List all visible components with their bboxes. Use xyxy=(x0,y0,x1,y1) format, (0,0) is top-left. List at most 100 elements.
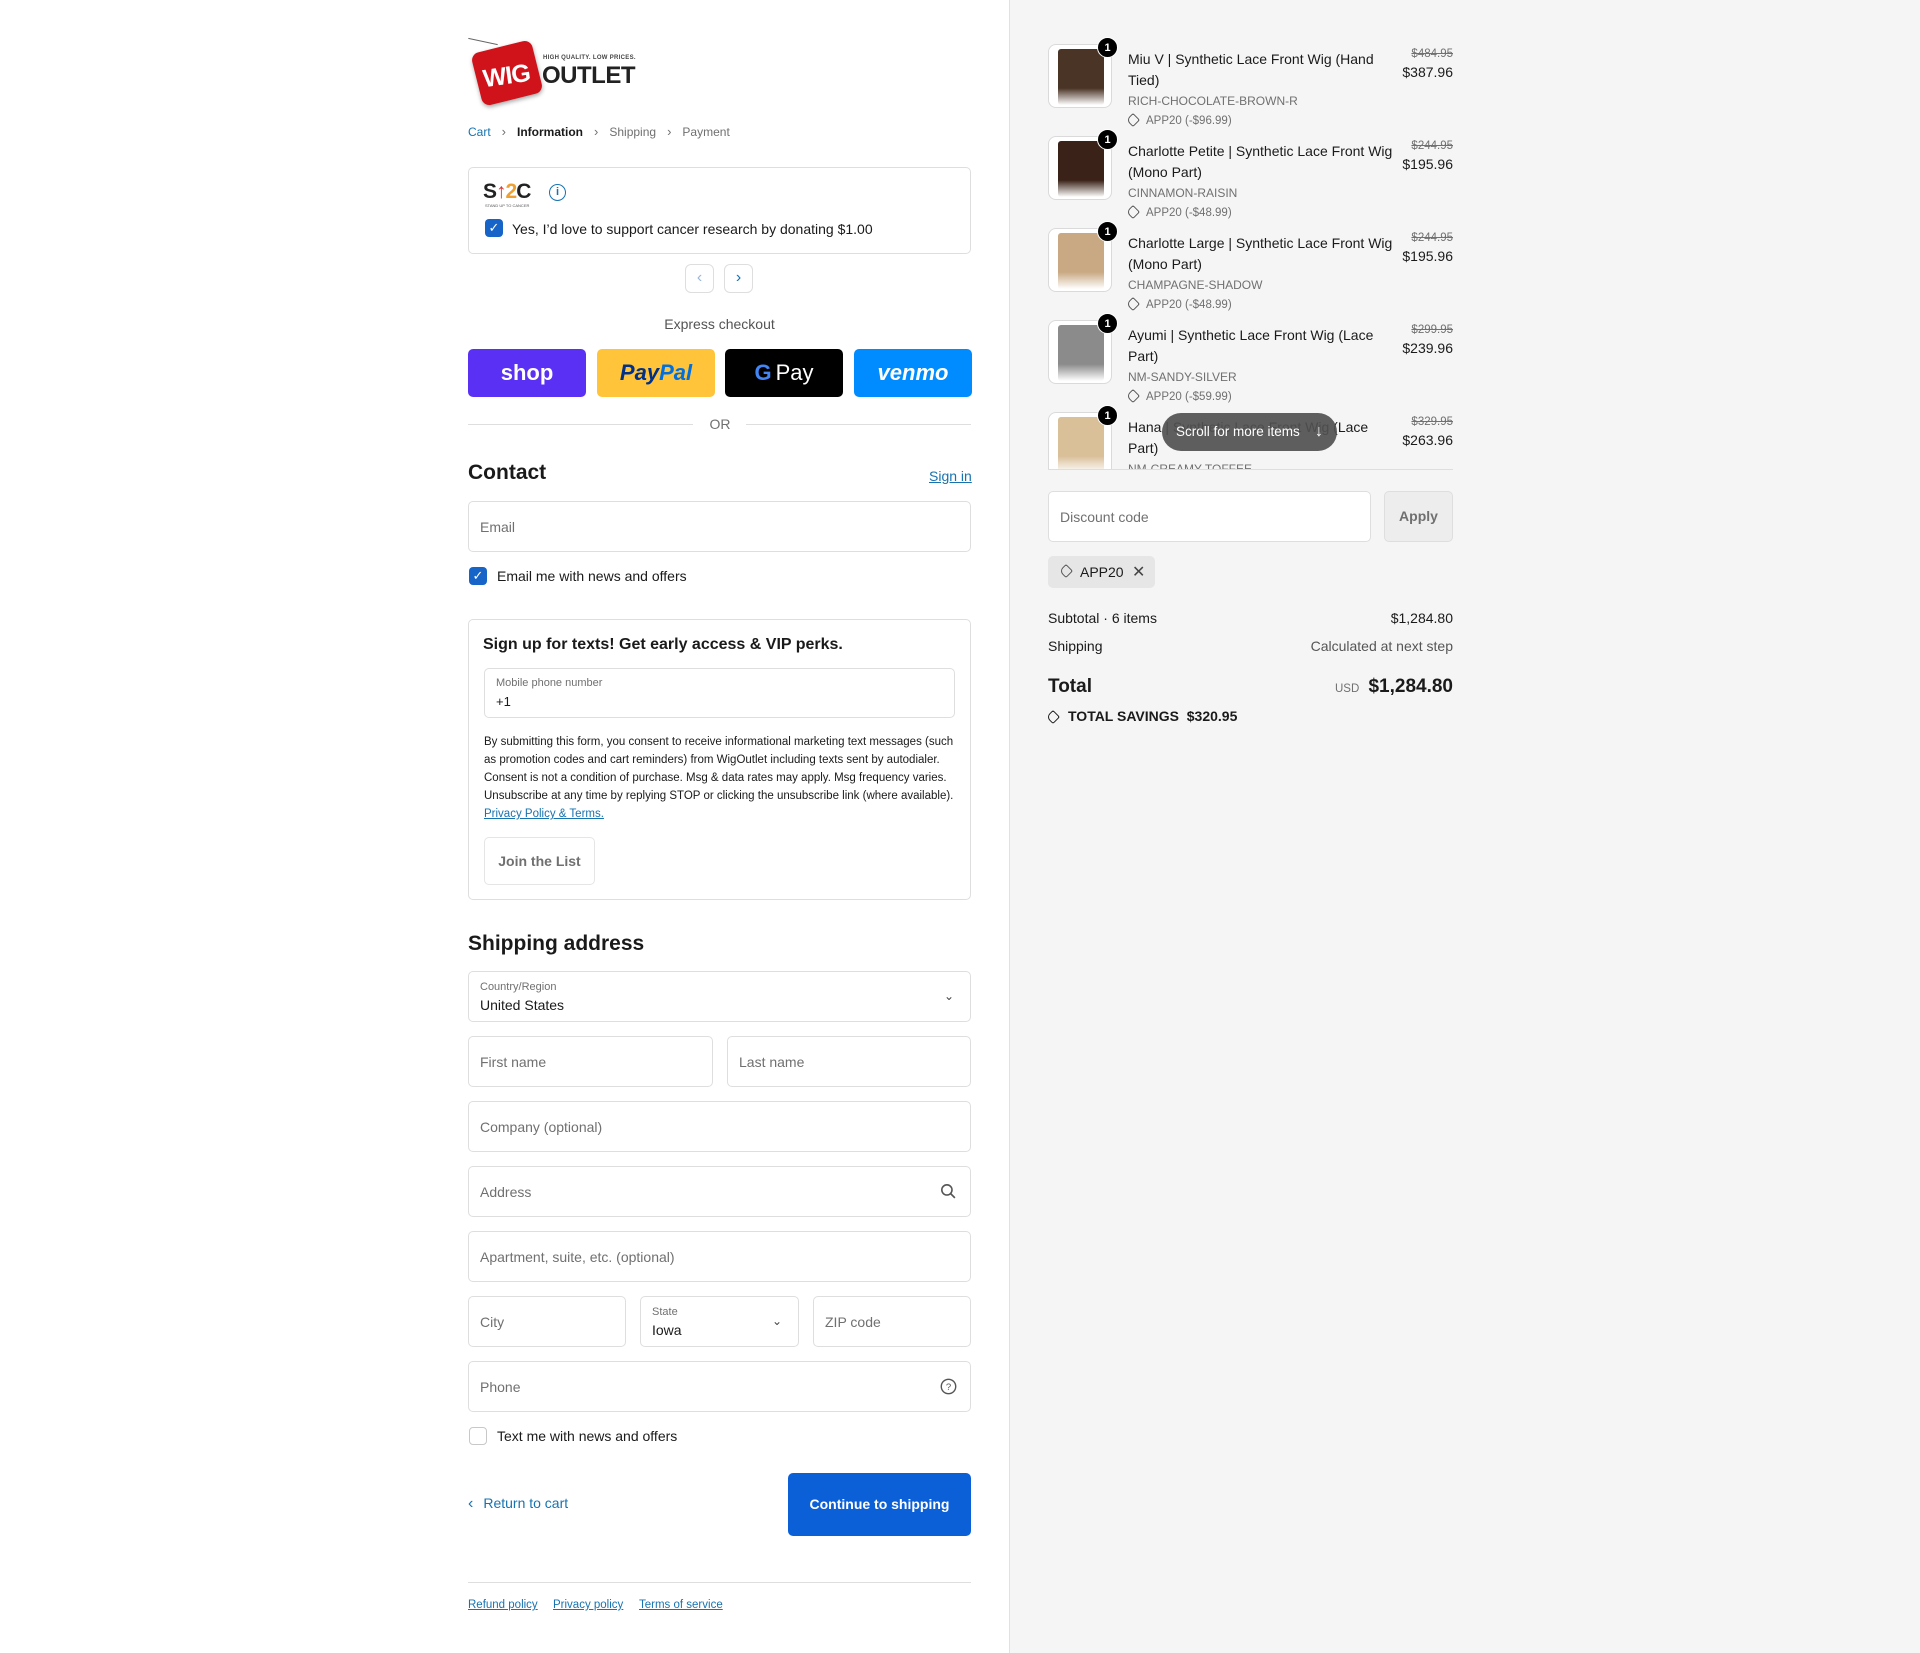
shop-pay-label: shop xyxy=(500,360,554,385)
sign-in-link[interactable]: Sign in xyxy=(929,468,972,484)
discount-code-placeholder: Discount code xyxy=(1060,509,1149,525)
product-discount-text: APP20 (-$48.99) xyxy=(1146,207,1232,219)
tag-icon xyxy=(1125,204,1141,220)
quantity-badge: 1 xyxy=(1097,129,1118,150)
previous-button[interactable]: ‹ xyxy=(685,264,714,293)
total-savings-value: $320.95 xyxy=(1186,708,1238,724)
privacy-terms-link[interactable]: Privacy Policy & Terms. xyxy=(484,808,604,820)
shipping-address-heading: Shipping address xyxy=(468,932,645,955)
first-name-field[interactable]: First name xyxy=(468,1036,713,1087)
product-name: Charlotte Large | Synthetic Lace Front W… xyxy=(1128,235,1393,272)
mobile-phone-input[interactable]: Mobile phone number +1 xyxy=(484,668,955,718)
total-label: Total xyxy=(1048,676,1092,697)
product-discount: APP20 (-$48.99) xyxy=(1125,296,1232,312)
privacy-policy-link[interactable]: Privacy policy xyxy=(553,1599,623,1611)
zip-code-placeholder: ZIP code xyxy=(825,1314,881,1330)
phone-placeholder: Phone xyxy=(480,1379,521,1395)
refund-policy-link[interactable]: Refund policy xyxy=(468,1599,538,1611)
email-news-checkbox[interactable]: ✓ xyxy=(469,567,487,585)
return-to-cart-link[interactable]: ‹ Return to cart xyxy=(468,1495,568,1513)
discount-code-input[interactable]: Discount code xyxy=(1048,491,1371,542)
city-field[interactable]: City xyxy=(468,1296,626,1347)
chevron-left-icon: ‹ xyxy=(468,1495,474,1512)
tag-icon xyxy=(1058,563,1074,579)
continue-to-shipping-button[interactable]: Continue to shipping xyxy=(788,1473,971,1536)
country-select[interactable]: Country/Region United States ⌄ xyxy=(468,971,971,1022)
donation-checkbox[interactable]: ✓ xyxy=(485,219,503,237)
total-currency: USD xyxy=(1335,683,1360,695)
shop-pay-button[interactable]: shop xyxy=(468,349,586,397)
wig-outlet-logo[interactable]: WIG HIGH QUALITY. LOW PRICES. OUTLET xyxy=(468,36,638,107)
search-icon xyxy=(941,1184,956,1199)
product-variant: CHAMPAGNE-SHADOW xyxy=(1128,278,1263,292)
company-field[interactable]: Company (optional) xyxy=(468,1101,971,1152)
contact-heading: Contact xyxy=(468,461,547,484)
state-label: State xyxy=(652,1306,678,1318)
su2c-logo: S↑2C xyxy=(483,180,531,203)
apartment-placeholder: Apartment, suite, etc. (optional) xyxy=(480,1249,675,1265)
paypal-label-pal: Pal xyxy=(659,360,693,385)
product-discount-text: APP20 (-$48.99) xyxy=(1146,299,1232,311)
footer-divider xyxy=(468,1582,971,1583)
order-item: 1 Miu V | Synthetic Lace Front Wig (Hand … xyxy=(1048,37,1453,128)
info-icon[interactable]: i xyxy=(549,184,566,201)
email-field[interactable]: Email xyxy=(468,501,971,552)
tag-icon xyxy=(1125,112,1141,128)
divider xyxy=(468,424,693,425)
items-divider xyxy=(1048,469,1453,470)
order-item: 1 Charlotte Large | Synthetic Lace Front … xyxy=(1048,221,1453,312)
phone-field[interactable]: Phone ? xyxy=(468,1361,971,1412)
google-pay-label: Pay xyxy=(775,360,814,385)
apply-discount-button[interactable]: Apply xyxy=(1384,491,1453,542)
product-name: Charlotte Petite | Synthetic Lace Front … xyxy=(1128,143,1393,180)
terms-of-service-link[interactable]: Terms of service xyxy=(639,1599,723,1611)
sms-signup-box: Sign up for texts! Get early access & VI… xyxy=(468,619,971,900)
mobile-phone-label: Mobile phone number xyxy=(496,677,603,689)
join-the-list-button[interactable]: Join the List xyxy=(484,837,595,885)
last-name-field[interactable]: Last name xyxy=(727,1036,971,1087)
venmo-button[interactable]: venmo xyxy=(854,349,972,397)
product-name: Miu V | Synthetic Lace Front Wig (Hand T… xyxy=(1128,51,1374,88)
product-discount: APP20 (-$59.99) xyxy=(1125,388,1232,404)
city-placeholder: City xyxy=(480,1314,505,1330)
chevron-right-icon: › xyxy=(594,124,599,139)
tag-icon xyxy=(1045,709,1061,725)
product-original-price: $244.95 xyxy=(1411,232,1453,244)
product-image xyxy=(1058,141,1104,197)
product-name: Ayumi | Synthetic Lace Front Wig (Lace P… xyxy=(1128,327,1374,364)
google-pay-button[interactable]: G Pay xyxy=(725,349,843,397)
scroll-hint-label: Scroll for more items xyxy=(1176,424,1300,439)
apartment-field[interactable]: Apartment, suite, etc. (optional) xyxy=(468,1231,971,1282)
text-news-checkbox[interactable] xyxy=(469,1427,487,1445)
breadcrumb-cart[interactable]: Cart xyxy=(468,125,491,139)
su2c-logo-sub: STAND UP TO CANCER xyxy=(485,203,530,208)
chevron-right-icon: › xyxy=(735,269,742,286)
product-image xyxy=(1058,325,1104,381)
return-to-cart-label: Return to cart xyxy=(483,1495,569,1511)
address-field[interactable]: Address xyxy=(468,1166,971,1217)
breadcrumb-payment: Payment xyxy=(682,124,730,139)
state-select[interactable]: State Iowa ⌄ xyxy=(640,1296,799,1347)
tag-icon xyxy=(1125,296,1141,312)
applied-discount-chip: APP20 ✕ xyxy=(1048,556,1155,588)
mobile-phone-value: +1 xyxy=(496,694,511,709)
total-value: $1,284.80 xyxy=(1368,676,1453,697)
chevron-right-icon: › xyxy=(501,124,507,139)
product-image xyxy=(1058,233,1104,289)
remove-discount-icon[interactable]: ✕ xyxy=(1132,562,1145,582)
product-image xyxy=(1058,417,1104,470)
quantity-badge: 1 xyxy=(1097,405,1118,426)
arrow-down-icon: ↓ xyxy=(1315,423,1323,440)
product-price: $387.96 xyxy=(1402,64,1453,80)
paypal-label-pay: Pay xyxy=(619,360,660,385)
product-original-price: $244.95 xyxy=(1411,140,1453,152)
paypal-button[interactable]: Pay Pal xyxy=(597,349,715,397)
scroll-for-more-button[interactable]: Scroll for more items ↓ xyxy=(1162,413,1337,451)
order-items-list[interactable]: 1 Miu V | Synthetic Lace Front Wig (Hand … xyxy=(1048,36,1453,470)
svg-text:?: ? xyxy=(946,1382,951,1393)
help-icon[interactable]: ? xyxy=(940,1378,957,1395)
chevron-left-icon: ‹ xyxy=(696,269,703,286)
total-savings-label: TOTAL SAVINGS xyxy=(1068,708,1179,724)
next-button[interactable]: › xyxy=(724,264,753,293)
zip-code-field[interactable]: ZIP code xyxy=(813,1296,971,1347)
